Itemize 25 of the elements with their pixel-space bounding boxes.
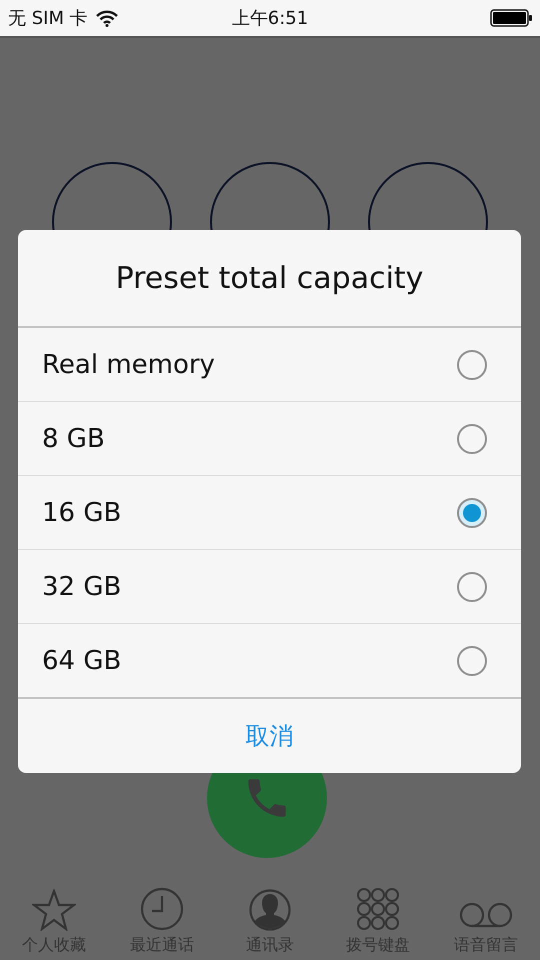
option-row[interactable]: 16 GB	[18, 476, 521, 550]
option-row[interactable]: 32 GB	[18, 550, 521, 624]
radio-button[interactable]	[457, 572, 487, 602]
keypad-icon	[356, 887, 400, 931]
option-label: Real memory	[42, 350, 215, 380]
option-label: 32 GB	[42, 572, 122, 602]
contact-icon	[249, 889, 291, 931]
option-label: 64 GB	[42, 646, 122, 676]
battery-icon	[490, 9, 532, 27]
option-row[interactable]: Real memory	[18, 328, 521, 402]
option-label: 16 GB	[42, 498, 122, 528]
radio-button[interactable]	[457, 498, 487, 528]
radio-button[interactable]	[457, 646, 487, 676]
dialog-title: Preset total capacity	[116, 260, 424, 296]
cancel-button[interactable]: 取消	[18, 699, 521, 773]
wifi-icon	[96, 10, 118, 26]
radio-button[interactable]	[457, 350, 487, 380]
clock-icon	[140, 887, 184, 931]
option-row[interactable]: 64 GB	[18, 624, 521, 699]
radio-button[interactable]	[457, 424, 487, 454]
clock-time: 上午6:51	[232, 7, 308, 30]
option-label: 8 GB	[42, 424, 105, 454]
star-icon	[32, 889, 76, 931]
option-row[interactable]: 8 GB	[18, 402, 521, 476]
carrier-label: 无 SIM 卡	[8, 7, 88, 30]
